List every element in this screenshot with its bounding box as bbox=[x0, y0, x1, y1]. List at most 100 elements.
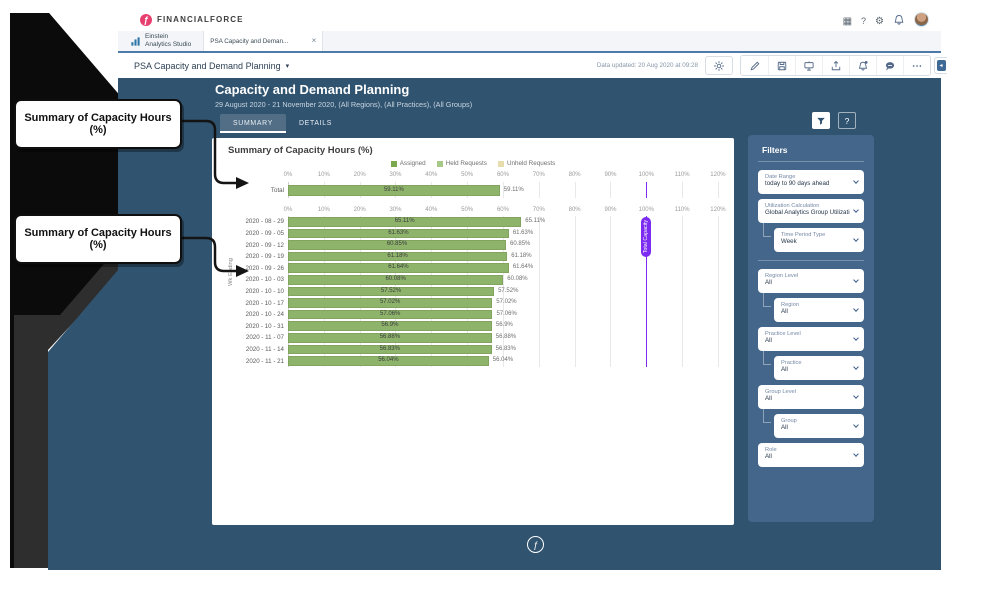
studio-label: Einstein Analytics Studio bbox=[145, 33, 191, 49]
filters-panel: Filters Date Rangetoday to 90 days ahead… bbox=[748, 135, 874, 522]
analytics-studio-home[interactable]: Einstein Analytics Studio bbox=[118, 31, 203, 51]
collapse-panel-toggle[interactable]: ◂ bbox=[934, 57, 947, 74]
legend-item[interactable]: Assigned bbox=[391, 160, 426, 167]
save-button[interactable] bbox=[768, 56, 795, 75]
filter-value: All bbox=[765, 279, 850, 287]
x-tick-label: 40% bbox=[425, 172, 437, 178]
toolbar-actions: Data updated: 20 Aug 2020 at 09:28 bbox=[597, 55, 931, 76]
filter-dropdown-practice[interactable]: PracticeAll bbox=[774, 356, 864, 380]
legend-label: Held Requests bbox=[446, 160, 487, 167]
close-tab-icon[interactable]: × bbox=[312, 37, 317, 45]
x-tick-label: 110% bbox=[675, 172, 690, 178]
more-button[interactable] bbox=[903, 56, 930, 75]
bar-value-outside: 57.06% bbox=[496, 310, 516, 320]
y-axis-label: Wk Ending bbox=[228, 258, 234, 286]
gridline bbox=[718, 182, 719, 198]
hierarchy-connector bbox=[763, 289, 771, 307]
category-label: 2020 - 11 - 14 bbox=[214, 346, 284, 353]
filter-value: All bbox=[781, 424, 850, 432]
bar-value-outside: 57.02% bbox=[496, 298, 516, 308]
share-button[interactable] bbox=[822, 56, 849, 75]
bar-value-inside: 56.83% bbox=[288, 345, 492, 355]
x-tick-label: 20% bbox=[354, 207, 366, 213]
bar-value-inside: 65.11% bbox=[288, 217, 521, 227]
bar-value-inside: 56.04% bbox=[288, 356, 489, 366]
tab-details[interactable]: DETAILS bbox=[286, 114, 345, 133]
toolbar-button-group bbox=[740, 55, 931, 76]
chart-card: Summary of Capacity Hours (%) AssignedHe… bbox=[212, 138, 734, 525]
bell-dot-button[interactable] bbox=[849, 56, 876, 75]
legend-swatch bbox=[391, 161, 397, 167]
brand-name: FINANCIALFORCE bbox=[157, 15, 244, 24]
app-toolbar: PSA Capacity and Demand Planning ▾ Data … bbox=[118, 53, 941, 78]
chevron-down-icon bbox=[853, 422, 859, 428]
filter-dropdown-group-level[interactable]: Group LevelAll bbox=[758, 385, 864, 409]
bar-value-outside: 56.88% bbox=[496, 333, 516, 343]
x-tick-label: 90% bbox=[604, 207, 616, 213]
filter-dropdown-practice-level[interactable]: Practice LevelAll bbox=[758, 327, 864, 351]
category-label: 2020 - 11 - 07 bbox=[214, 334, 284, 341]
gridline bbox=[682, 182, 683, 198]
app-header: ƒ FINANCIALFORCE ▦?⚙ bbox=[118, 8, 941, 31]
filter-dropdown-utilization-calculation[interactable]: Utilization CalculationGlobal Analytics … bbox=[758, 199, 864, 223]
filter-dropdown-time-period-type[interactable]: Time Period TypeWeek bbox=[774, 228, 864, 252]
x-tick-label: 50% bbox=[461, 172, 473, 178]
chevron-down-icon bbox=[853, 393, 859, 399]
bar-value-outside: 65.11% bbox=[525, 217, 545, 227]
x-tick-label: 40% bbox=[425, 207, 437, 213]
bar-value-inside: 60.85% bbox=[288, 240, 506, 250]
category-label: 2020 - 10 - 10 bbox=[214, 288, 284, 295]
filter-dropdown-region-level[interactable]: Region LevelAll bbox=[758, 269, 864, 293]
legend-label: Assigned bbox=[400, 160, 426, 167]
chevron-down-icon[interactable]: ▾ bbox=[286, 62, 290, 70]
gridline bbox=[575, 182, 576, 198]
tab-summary[interactable]: SUMMARY bbox=[220, 114, 286, 133]
chevron-down-icon bbox=[853, 236, 859, 242]
notifications-icon[interactable] bbox=[893, 14, 905, 26]
total-bar-chart: 0%10%20%30%40%50%60%70%80%90%100%110%120… bbox=[212, 172, 734, 202]
chevron-down-icon bbox=[853, 207, 859, 213]
legend-item[interactable]: Unheld Requests bbox=[498, 160, 555, 167]
setup-icon[interactable]: ⚙ bbox=[875, 11, 884, 29]
filter-value: All bbox=[765, 453, 850, 461]
gridline bbox=[539, 216, 540, 367]
filter-value: All bbox=[781, 366, 850, 374]
bar-value-outside: 56.83% bbox=[496, 345, 516, 355]
filter-dropdown-region[interactable]: RegionAll bbox=[774, 298, 864, 322]
avatar[interactable] bbox=[914, 12, 929, 27]
help-button[interactable]: ? bbox=[838, 112, 856, 129]
weekly-bar-chart: 0%10%20%30%40%50%60%70%80%90%100%110%120… bbox=[212, 207, 734, 373]
filter-dropdown-date-range[interactable]: Date Rangetoday to 90 days ahead bbox=[758, 170, 864, 194]
chevron-down-icon bbox=[853, 451, 859, 457]
x-tick-label: 20% bbox=[354, 172, 366, 178]
dashboard-picker[interactable]: PSA Capacity and Demand Planning bbox=[134, 61, 281, 71]
toolbar-first-button bbox=[705, 56, 733, 75]
gridline bbox=[682, 216, 683, 367]
x-tick-label: 30% bbox=[389, 172, 401, 178]
filter-dropdown-group[interactable]: GroupAll bbox=[774, 414, 864, 438]
app-tabbar: Einstein Analytics Studio PSA Capacity a… bbox=[118, 31, 941, 53]
help-icon[interactable]: ? bbox=[861, 11, 866, 29]
tab-label: PSA Capacity and Deman... bbox=[210, 38, 288, 45]
filter-button[interactable] bbox=[812, 112, 830, 129]
x-tick-label: 10% bbox=[318, 172, 330, 178]
category-label: 2020 - 11 - 21 bbox=[214, 358, 284, 365]
callout-summary-weekly: Summary of Capacity Hours (%) bbox=[14, 214, 182, 264]
category-label: 2020 - 09 - 26 bbox=[214, 265, 284, 272]
sun-button[interactable] bbox=[705, 56, 733, 75]
pencil-button[interactable] bbox=[741, 56, 768, 75]
legend-item[interactable]: Held Requests bbox=[437, 160, 487, 167]
bar-value-outside: 60.08% bbox=[507, 275, 527, 285]
bar-value-outside: 56.9% bbox=[496, 321, 513, 331]
category-label: Total bbox=[214, 187, 284, 194]
chat-button[interactable] bbox=[876, 56, 903, 75]
present-button[interactable] bbox=[795, 56, 822, 75]
app-launcher-icon[interactable]: ▦ bbox=[843, 11, 852, 29]
bar-value-outside: 59.11% bbox=[504, 185, 524, 196]
dashboard: Capacity and Demand Planning 29 August 2… bbox=[118, 78, 941, 570]
bar-value-inside: 57.52% bbox=[288, 287, 494, 297]
bar-value-outside: 61.63% bbox=[513, 229, 533, 239]
tab-psa-capacity[interactable]: PSA Capacity and Deman... × bbox=[203, 31, 323, 51]
total-capacity-flag-label: Total Capacity bbox=[643, 220, 649, 253]
filter-dropdown-role[interactable]: RoleAll bbox=[758, 443, 864, 467]
